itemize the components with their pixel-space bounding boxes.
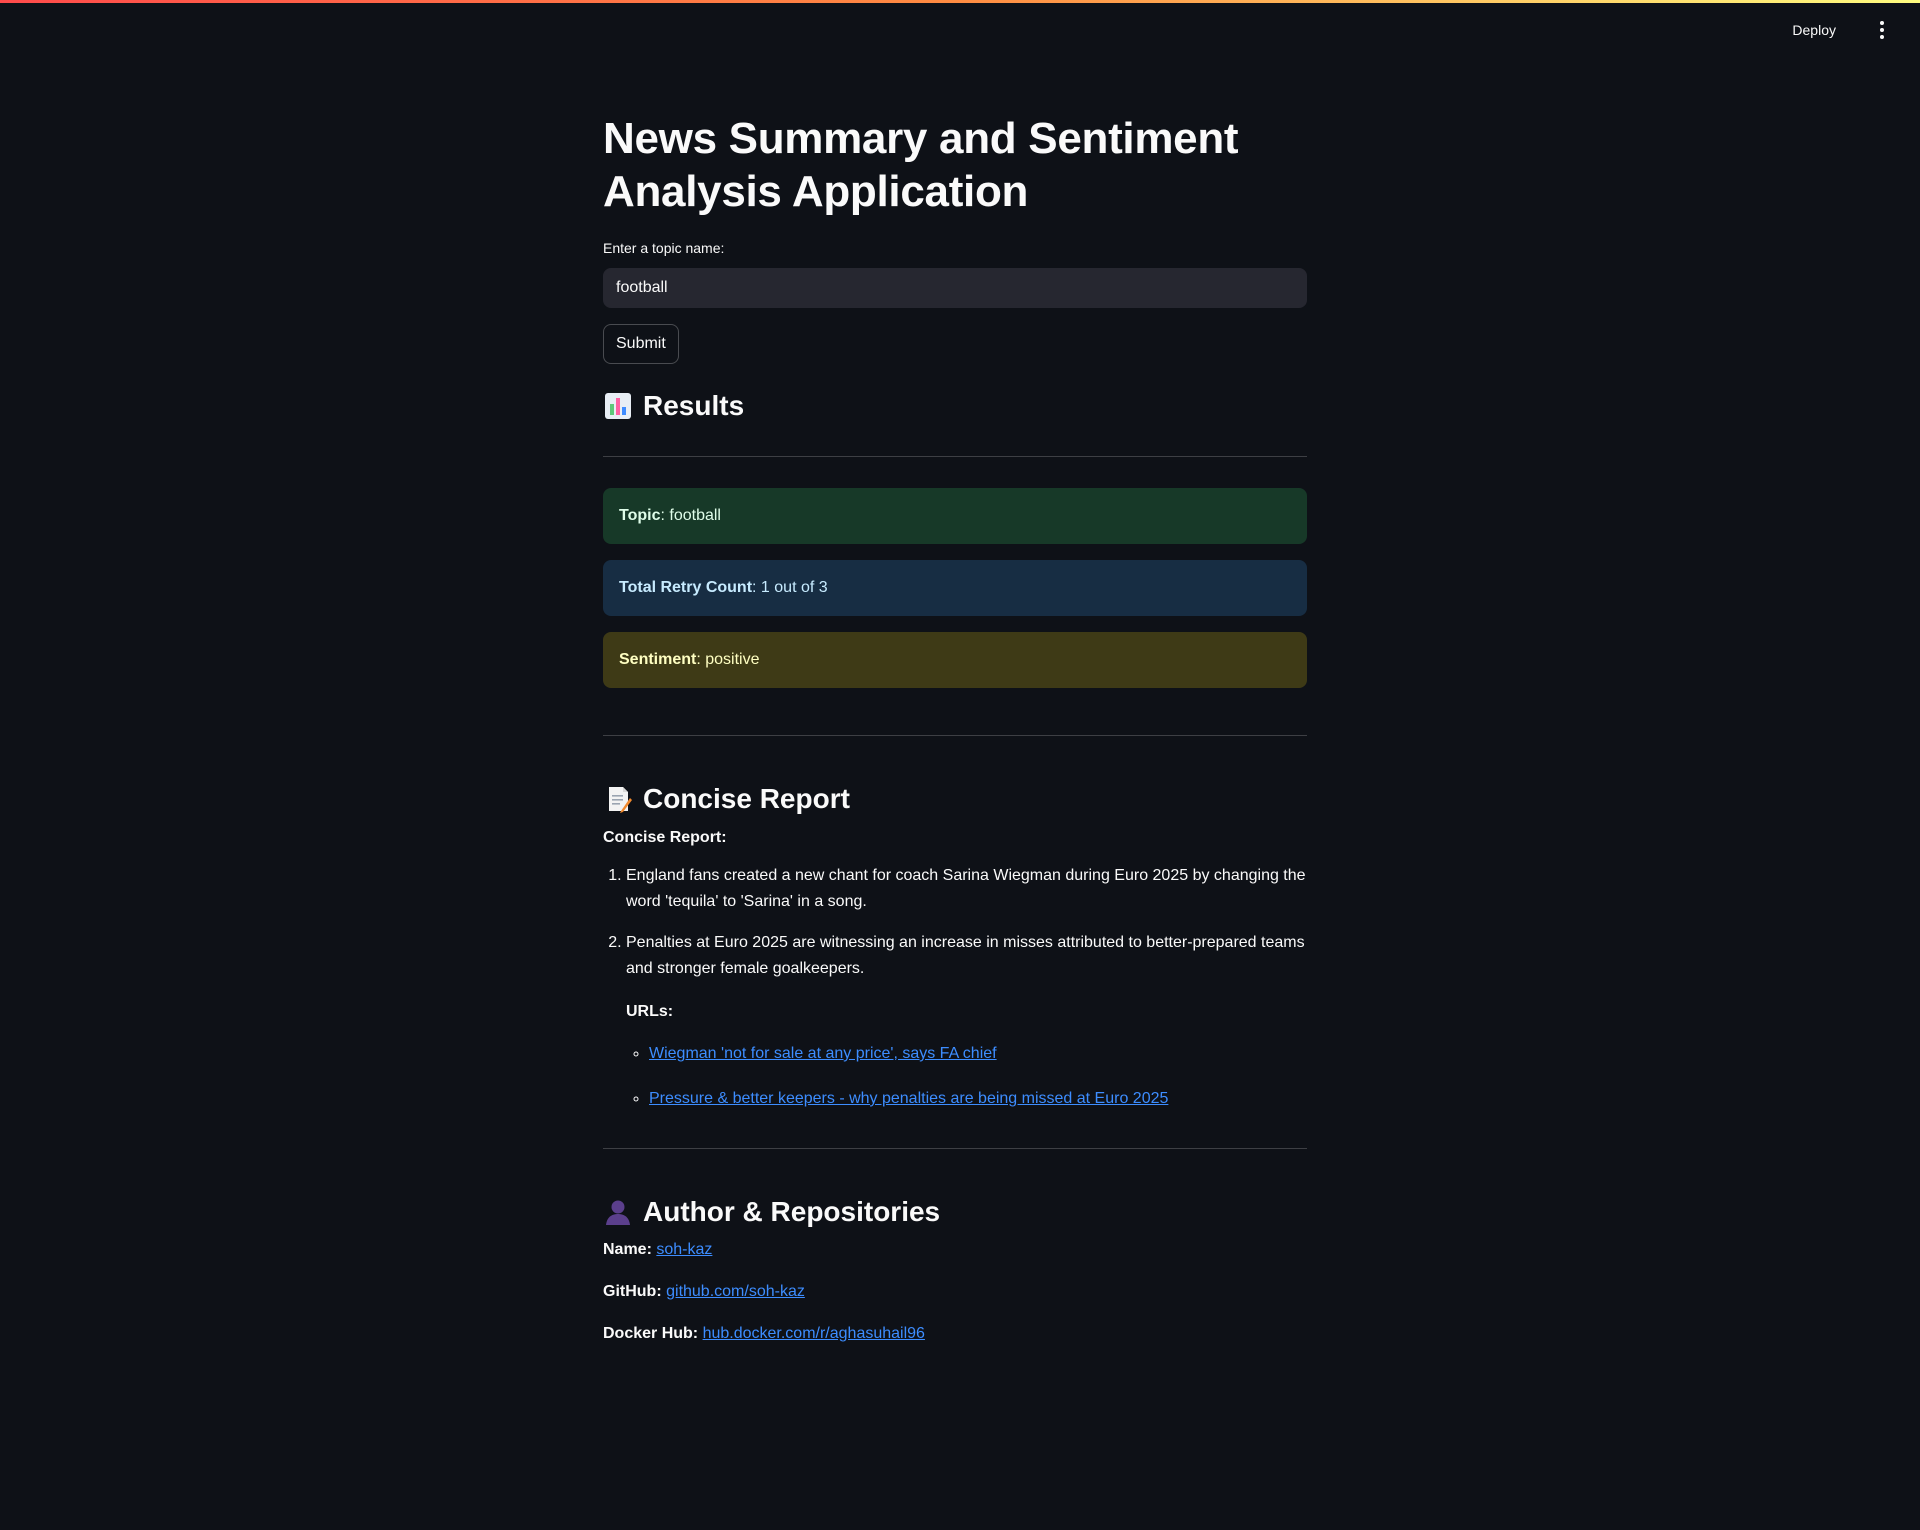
author-heading: Author & Repositories [603, 1192, 1307, 1232]
deploy-button[interactable]: Deploy [1786, 18, 1842, 42]
app-header: Deploy [0, 0, 1920, 60]
topic-alert: Topic: football [603, 488, 1307, 544]
docker-hub-label: Docker Hub: [603, 1324, 699, 1342]
sentiment-label: Sentiment [619, 651, 697, 668]
results-heading-text: Results [643, 390, 745, 421]
docker-hub-line: Docker Hub: hub.docker.com/r/aghasuhail9… [603, 1322, 1307, 1346]
topic-label: Topic [619, 507, 661, 524]
author-name-line: Name: soh-kaz [603, 1238, 1307, 1262]
article-link[interactable]: Wiegman 'not for sale at any price', say… [649, 1045, 997, 1062]
topic-input-label: Enter a topic name: [603, 240, 725, 256]
menu-dot [1880, 28, 1884, 32]
topic-value: : football [660, 507, 721, 524]
article-link[interactable]: Pressure & better keepers - why penaltie… [649, 1090, 1168, 1107]
concise-report-heading-text: Concise Report [643, 783, 850, 814]
url-list: Wiegman 'not for sale at any price', say… [626, 1039, 1307, 1113]
sentiment-value: : positive [696, 651, 760, 668]
user-silhouette-icon [603, 1197, 633, 1227]
menu-dot [1880, 35, 1884, 39]
concise-report-label: Concise Report: [603, 829, 727, 846]
github-line: GitHub: github.com/soh-kaz [603, 1280, 1307, 1304]
menu-dot [1880, 21, 1884, 25]
report-item: England fans created a new chant for coa… [626, 863, 1307, 914]
github-label: GitHub: [603, 1282, 662, 1300]
docker-hub-link[interactable]: hub.docker.com/r/aghasuhail96 [703, 1325, 925, 1342]
report-list: England fans created a new chant for coa… [603, 863, 1307, 1113]
report-item: Penalties at Euro 2025 are witnessing an… [626, 930, 1307, 1113]
urls-label: URLs: [626, 1003, 674, 1021]
memo-icon [603, 784, 633, 814]
github-link[interactable]: github.com/soh-kaz [666, 1283, 805, 1300]
retry-count-value: : 1 out of 3 [752, 579, 828, 596]
url-item: Wiegman 'not for sale at any price', say… [649, 1039, 1307, 1068]
main-content: News Summary and Sentiment Analysis Appl… [603, 112, 1307, 1346]
author-name-link[interactable]: soh-kaz [656, 1241, 712, 1258]
results-heading: Results [603, 386, 1307, 426]
author-name-label: Name: [603, 1240, 652, 1258]
submit-button[interactable]: Submit [603, 324, 679, 364]
url-item: Pressure & better keepers - why penaltie… [649, 1084, 1307, 1113]
vertical-ellipsis-icon[interactable] [1872, 19, 1892, 41]
bar-chart-icon [603, 391, 633, 421]
retry-count-label: Total Retry Count [619, 579, 753, 596]
page-title: News Summary and Sentiment Analysis Appl… [603, 114, 1239, 216]
topic-input[interactable] [603, 268, 1307, 308]
retry-count-alert: Total Retry Count: 1 out of 3 [603, 560, 1307, 616]
report-item-text: Penalties at Euro 2025 are witnessing an… [626, 934, 1305, 977]
concise-report-heading: Concise Report [603, 779, 1307, 819]
author-heading-text: Author & Repositories [643, 1195, 941, 1227]
sentiment-alert: Sentiment: positive [603, 632, 1307, 688]
report-item-text: England fans created a new chant for coa… [626, 867, 1306, 910]
